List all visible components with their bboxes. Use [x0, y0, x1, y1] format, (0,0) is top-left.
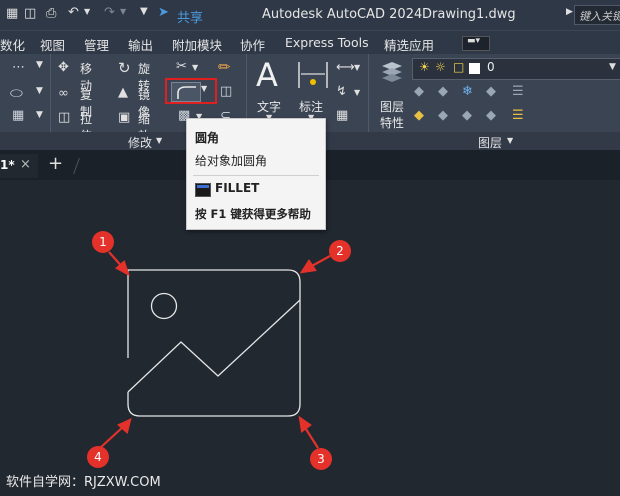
- drawn-geometry: [127, 269, 301, 417]
- marker-2: 2: [329, 240, 351, 262]
- tooltip-description: 给对象加圆角: [195, 154, 268, 168]
- marker-1: 1: [92, 231, 114, 253]
- tooltip-command: FILLET: [215, 181, 260, 195]
- tooltip-divider: [193, 175, 319, 176]
- arrow-2-head: [299, 258, 317, 274]
- command-line-icon: [195, 183, 211, 197]
- tooltip-title: 圆角: [195, 131, 220, 145]
- fillet-tooltip: 圆角 给对象加圆角 FILLET 按 F1 键获得更多帮助: [186, 118, 326, 230]
- arrow-3-head: [298, 415, 312, 433]
- annotation-arrows: [99, 251, 331, 449]
- marker-4: 4: [87, 446, 109, 468]
- watermark: 软件自学网：RJZXW.COM: [6, 475, 161, 490]
- arrow-3-shaft: [303, 425, 319, 449]
- marker-3: 3: [310, 448, 332, 470]
- frame-outline: [127, 269, 301, 417]
- sun-circle: [150, 292, 178, 320]
- arrow-4-shaft: [99, 425, 125, 449]
- tooltip-help: 按 F1 键获得更多帮助: [195, 207, 311, 221]
- command-line-icon-bar: [197, 185, 209, 188]
